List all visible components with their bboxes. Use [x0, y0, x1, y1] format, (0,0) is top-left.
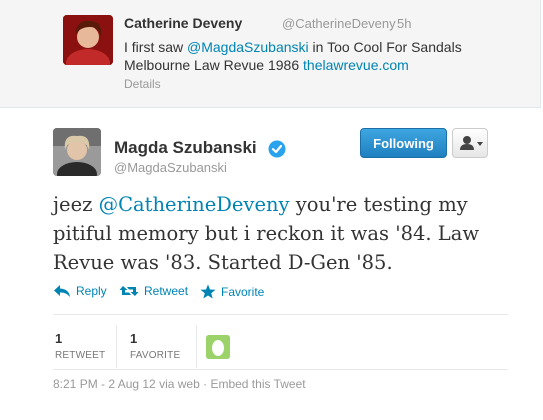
parent-timestamp[interactable]: 5h [397, 16, 411, 31]
meta-separator: · [203, 377, 208, 391]
favoriter-avatar[interactable] [206, 335, 230, 359]
author-handle[interactable]: @MagdaSzubanski [114, 160, 227, 175]
tweet-mention-link[interactable]: @CatherineDeveny [99, 193, 290, 216]
parent-avatar[interactable] [63, 15, 113, 65]
tweet-text-before: jeez [53, 193, 99, 216]
favorite-count[interactable]: 1 [130, 331, 137, 346]
author-avatar[interactable] [53, 128, 101, 176]
reply-label: Reply [76, 284, 107, 298]
following-button[interactable]: Following [360, 128, 447, 158]
tweet-text: jeez @CatherineDeveny you're testing my … [53, 190, 503, 277]
parent-mention-link[interactable]: @MagdaSzubanski [187, 39, 309, 55]
favorite-action[interactable]: Favorite [200, 284, 264, 299]
parent-tweet[interactable]: Catherine Deveny @CatherineDeveny 5h I f… [0, 0, 541, 108]
divider [53, 369, 508, 370]
stat-separator [196, 325, 197, 368]
user-icon [460, 136, 483, 150]
verified-badge-icon [268, 140, 286, 158]
egg-avatar-icon [206, 335, 230, 359]
embed-tweet-link[interactable]: Embed this Tweet [210, 377, 305, 391]
reply-arrow-icon [54, 285, 70, 297]
favorite-count-label[interactable]: FAVORITE [130, 350, 180, 361]
favorite-label: Favorite [221, 284, 265, 299]
avatar-photo [63, 15, 113, 65]
author-name[interactable]: Magda Szubanski [114, 138, 257, 158]
retweet-label: Retweet [144, 284, 189, 298]
parent-url-link[interactable]: thelawrevue.com [303, 57, 409, 73]
retweet-count-label[interactable]: RETWEET [55, 350, 105, 361]
parent-author-name[interactable]: Catherine Deveny [124, 15, 242, 31]
reply-action[interactable]: Reply [53, 284, 107, 298]
divider [53, 314, 508, 315]
parent-tweet-text: I first saw @MagdaSzubanski in Too Cool … [124, 38, 504, 74]
user-actions-button[interactable] [452, 128, 488, 158]
parent-author-handle[interactable]: @CatherineDeveny [282, 16, 396, 31]
stat-separator [116, 325, 117, 368]
retweet-count[interactable]: 1 [55, 331, 62, 346]
avatar-photo [53, 128, 101, 176]
retweet-action[interactable]: Retweet [119, 284, 188, 298]
star-icon [200, 284, 216, 299]
details-link[interactable]: Details [124, 77, 161, 91]
parent-text-before: I first saw [124, 39, 188, 55]
tweet-timestamp[interactable]: 8:21 PM - 2 Aug 12 via web [53, 377, 200, 391]
tweet-meta: 8:21 PM - 2 Aug 12 via web · Embed this … [53, 377, 306, 391]
retweet-icon [119, 286, 139, 296]
caret-down-icon [477, 142, 483, 146]
